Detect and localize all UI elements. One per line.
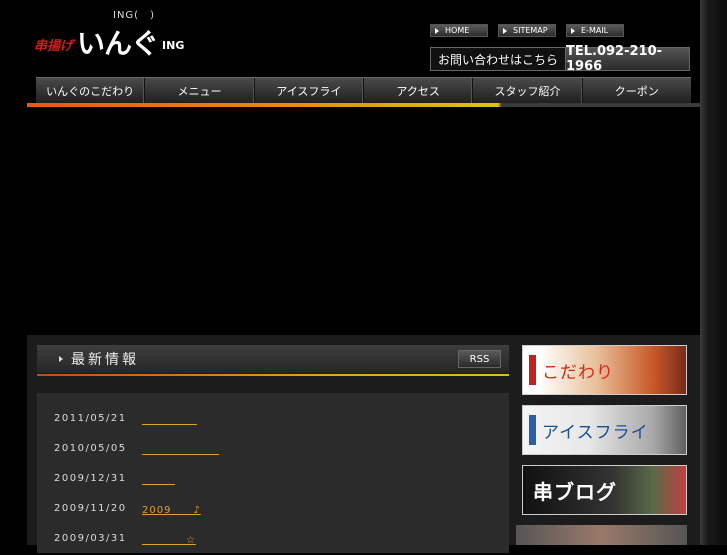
nav-item-staff[interactable]: スタッフ紹介 [473,78,583,104]
nav-item-kodawari[interactable]: いんぐのこだわり [36,78,146,104]
logo-small-text: 串揚げ [34,39,74,54]
news-link[interactable]: ☆ [142,531,196,546]
page-right-edge [700,0,727,545]
top-links: HOME SITEMAP E-MAIL [430,24,624,37]
arrow-right-icon [435,27,439,34]
hero-area [27,107,700,333]
header-tagline: ING( ) [113,10,155,21]
email-link-label: E-MAIL [581,26,609,35]
banner-photo[interactable] [516,525,687,545]
sitemap-link-label: SITEMAP [513,26,548,35]
main-nav: いんぐのこだわり メニュー アイスフライ アクセス スタッフ紹介 クーポン [36,77,691,104]
news-link[interactable] [142,441,219,456]
news-date: 2009/03/31 [54,532,127,544]
news-date: 2011/05/21 [54,412,127,424]
banner-accent-bar [529,355,536,385]
rss-button[interactable]: RSS [458,350,501,368]
arrow-right-icon [59,356,63,362]
sitemap-link[interactable]: SITEMAP [498,24,556,37]
banner-label: こだわり [542,362,614,383]
sidebar: こだわり アイスフライ 串ブログ [516,345,687,555]
news-date: 2009/12/31 [54,472,127,484]
list-item: 2009/12/31 [37,463,509,493]
news-link[interactable] [142,471,175,486]
news-date: 2009/11/20 [54,502,127,514]
email-link[interactable]: E-MAIL [566,24,624,37]
banner-ice-fry[interactable]: アイスフライ [522,405,687,455]
logo-main-text: いんぐ [77,27,159,60]
arrow-right-icon [503,27,507,34]
news-section: 最新情報 RSS 2011/05/21 2010/05/05 2009/12/3… [37,345,509,553]
news-header: 最新情報 RSS [37,345,509,373]
phone-number: TEL.092-210-1966 [566,44,689,74]
logo-ing-text: ING [162,39,185,52]
site-logo[interactable]: 串揚げ いんぐ ING [34,22,184,58]
banner-accent-bar [529,415,536,445]
news-date: 2010/05/05 [54,442,127,454]
news-link[interactable] [142,411,197,426]
banner-label: アイスフライ [542,422,649,443]
list-item: 2009/03/31 ☆ [37,523,509,553]
list-item: 2010/05/05 [37,433,509,463]
banner-blog[interactable]: 串ブログ [522,465,687,515]
news-list: 2011/05/21 2010/05/05 2009/12/31 2009/11… [37,393,509,553]
banner-label: 串ブログ [533,479,617,504]
nav-item-coupon[interactable]: クーポン [583,78,691,104]
nav-item-menu[interactable]: メニュー [145,78,255,104]
list-item: 2011/05/21 [37,403,509,433]
home-link[interactable]: HOME [430,24,488,37]
list-item: 2009/11/20 2009 ♪ [37,493,509,523]
contact-bar: お問い合わせはこちら TEL.092-210-1966 [430,44,690,74]
nav-item-access[interactable]: アクセス [364,78,474,104]
news-divider [37,374,509,376]
news-link[interactable]: 2009 ♪ [142,501,201,516]
news-title: 最新情報 [71,352,139,368]
banner-kodawari[interactable]: こだわり [522,345,687,395]
nav-item-ice-fry[interactable]: アイスフライ [255,78,364,104]
home-link-label: HOME [445,26,470,35]
arrow-right-icon [571,27,575,34]
contact-link[interactable]: お問い合わせはこちら [431,48,566,70]
